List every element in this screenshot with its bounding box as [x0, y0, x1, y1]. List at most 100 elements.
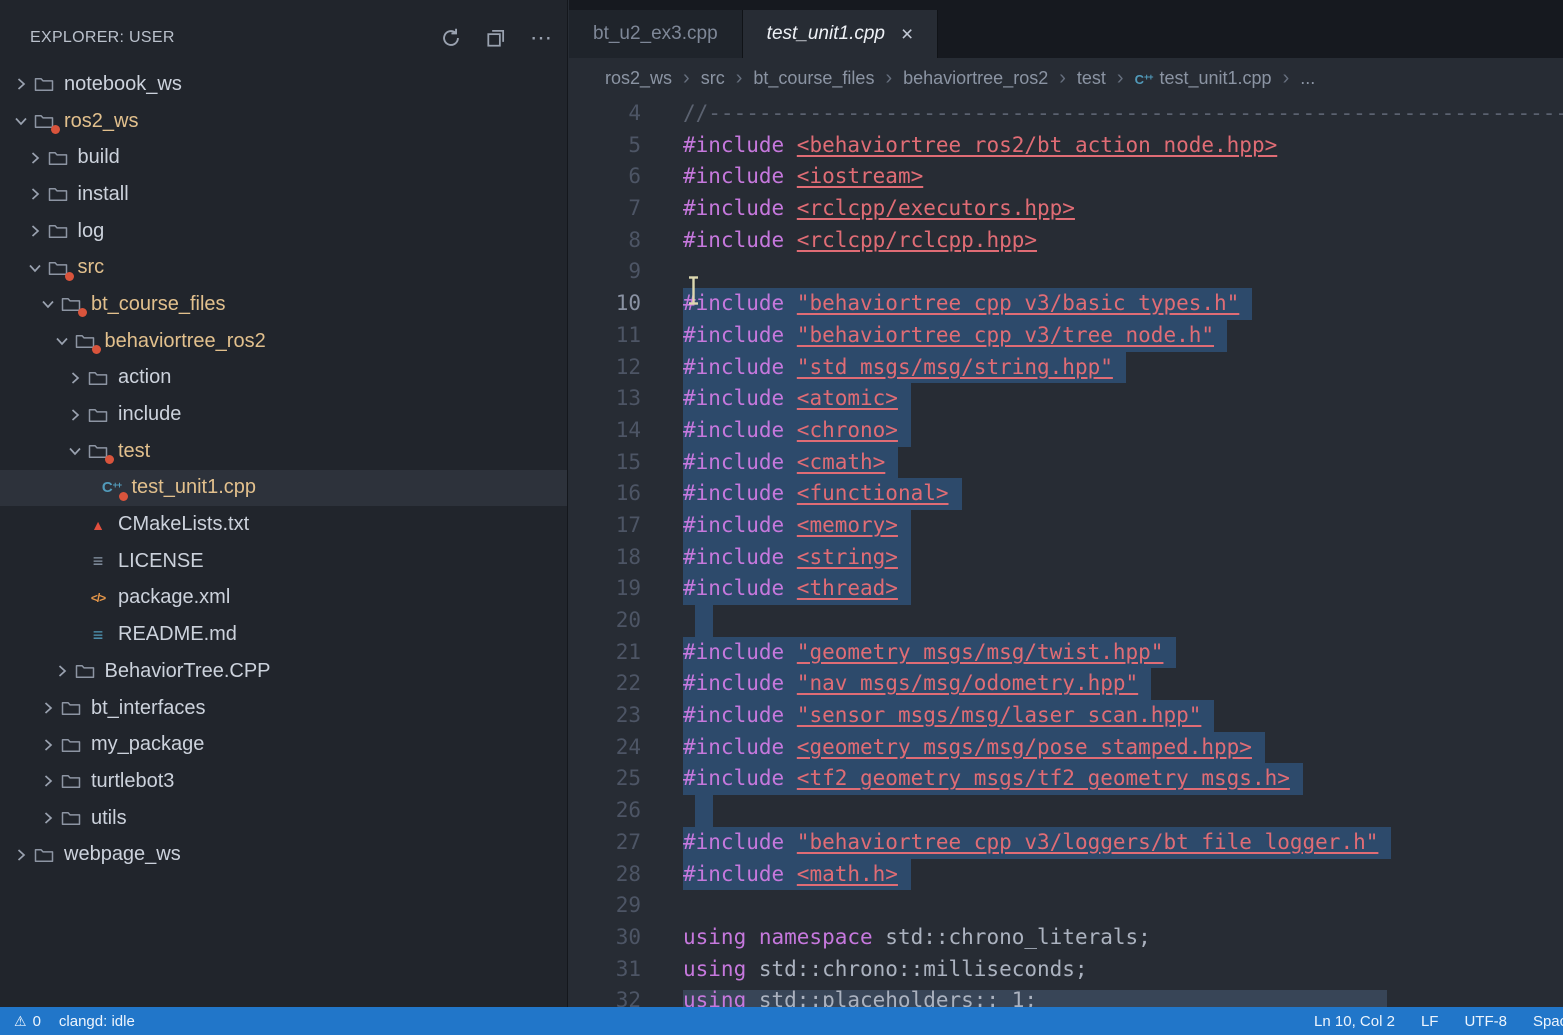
chevron-down-icon[interactable] — [24, 258, 46, 278]
code-line-16[interactable]: 16#include <functional> — [569, 478, 1563, 510]
line-number[interactable]: 15 — [569, 447, 641, 479]
code-line-text[interactable]: #include <thread> — [683, 573, 911, 605]
code-line-text[interactable]: #include <atomic> — [683, 383, 911, 415]
code-line-32[interactable]: 32using std::placeholders::_1; — [569, 985, 1563, 1007]
code-line-text[interactable]: #include "nav_msgs/msg/odometry.hpp" — [683, 668, 1151, 700]
line-number[interactable]: 25 — [569, 763, 641, 795]
chevron-right-icon[interactable] — [24, 221, 46, 241]
code-line-4[interactable]: 4//-------------------------------------… — [569, 98, 1563, 130]
chevron-right-icon[interactable] — [37, 771, 59, 791]
chevron-right-icon[interactable] — [24, 148, 46, 168]
collapse-folders-icon[interactable] — [484, 26, 508, 50]
breadcrumb-item-ros2_ws[interactable]: ros2_ws — [605, 68, 672, 89]
code-line-text[interactable]: #include <rclcpp/executors.hpp> — [683, 193, 1075, 225]
code-line-14[interactable]: 14#include <chrono> — [569, 415, 1563, 447]
tree-item-ros2_ws[interactable]: ros2_ws — [0, 103, 567, 140]
more-actions-icon[interactable]: ⋯ — [529, 26, 553, 50]
code-line-20[interactable]: 20 — [569, 605, 1563, 637]
breadcrumb-item-bt_course_files[interactable]: bt_course_files — [753, 68, 874, 89]
code-line-text[interactable]: #include <string> — [683, 542, 911, 574]
chevron-down-icon[interactable] — [51, 331, 73, 351]
indentation-indicator[interactable]: Spaces — [1533, 1013, 1563, 1030]
tree-item-build[interactable]: build — [0, 139, 567, 176]
line-number[interactable]: 11 — [569, 320, 641, 352]
code-line-text[interactable]: using std::chrono::milliseconds; — [683, 954, 1088, 986]
code-line-text[interactable]: #include "behaviortree_cpp_v3/tree_node.… — [683, 320, 1227, 352]
tree-item-notebook_ws[interactable]: notebook_ws — [0, 66, 567, 103]
code-line-text[interactable]: #include <cmath> — [683, 447, 898, 479]
code-line-8[interactable]: 8 #include <rclcpp/rclcpp.hpp> — [569, 225, 1563, 257]
chevron-right-icon[interactable] — [10, 845, 32, 865]
tree-item-BehaviorTree.CPP[interactable]: BehaviorTree.CPP — [0, 653, 567, 690]
line-number[interactable]: 26 — [569, 795, 641, 827]
line-number[interactable]: 19 — [569, 573, 641, 605]
tree-item-log[interactable]: log — [0, 213, 567, 250]
code-line-5[interactable]: 5 #include <behaviortree_ros2/bt_action_n… — [569, 130, 1563, 162]
tab-bt_u2_ex3.cpp[interactable]: bt_u2_ex3.cpp — [569, 10, 743, 58]
code-line-13[interactable]: 13 #include <atomic> — [569, 383, 1563, 415]
code-line-text[interactable]: using namespace std::chrono_literals; — [683, 922, 1151, 954]
code-line-19[interactable]: 19 #include <thread> — [569, 573, 1563, 605]
tree-item-src[interactable]: src — [0, 249, 567, 286]
code-line-6[interactable]: 6#include <iostream> — [569, 161, 1563, 193]
line-number[interactable]: 24 — [569, 732, 641, 764]
code-line-26[interactable]: 26 — [569, 795, 1563, 827]
chevron-down-icon[interactable] — [10, 111, 32, 131]
code-line-text[interactable]: //--------------------------------------… — [683, 98, 1563, 130]
tree-item-CMakeLists.txt[interactable]: ▲CMakeLists.txt — [0, 506, 567, 543]
tree-item-package.xml[interactable]: </>package.xml — [0, 580, 567, 617]
code-line-29[interactable]: 29 — [569, 890, 1563, 922]
tree-item-test[interactable]: test — [0, 433, 567, 470]
line-number[interactable]: 12 — [569, 352, 641, 384]
line-number[interactable]: 5 — [569, 130, 641, 162]
code-line-text[interactable]: #include <geometry_msgs/msg/pose_stamped… — [683, 732, 1265, 764]
code-line-11[interactable]: 11 #include "behaviortree_cpp_v3/tree_nod… — [569, 320, 1563, 352]
line-number[interactable]: 16 — [569, 478, 641, 510]
code-line-22[interactable]: 22#include "nav_msgs/msg/odometry.hpp" — [569, 668, 1563, 700]
tree-item-test_unit1.cpp[interactable]: C++test_unit1.cpp — [0, 470, 567, 507]
code-line-10[interactable]: 10#include "behaviortree_cpp_v3/basic_ty… — [569, 288, 1563, 320]
chevron-down-icon[interactable] — [64, 441, 86, 461]
code-line-text[interactable]: #include "std_msgs/msg/string.hpp" — [683, 352, 1126, 384]
breadcrumb-item-test[interactable]: test — [1077, 68, 1106, 89]
tree-item-behaviortree_ros2[interactable]: behaviortree_ros2 — [0, 323, 567, 360]
line-number[interactable]: 9 — [569, 256, 641, 288]
chevron-down-icon[interactable] — [37, 294, 59, 314]
code-line-12[interactable]: 12 #include "std_msgs/msg/string.hpp" — [569, 352, 1563, 384]
cursor-position[interactable]: Ln 10, Col 2 — [1314, 1013, 1395, 1030]
code-line-30[interactable]: 30using namespace std::chrono_literals; — [569, 922, 1563, 954]
tree-item-action[interactable]: action — [0, 360, 567, 397]
line-number[interactable]: 8 — [569, 225, 641, 257]
line-number[interactable]: 23 — [569, 700, 641, 732]
eol-indicator[interactable]: LF — [1421, 1013, 1439, 1030]
line-number[interactable]: 29 — [569, 890, 641, 922]
line-number[interactable]: 31 — [569, 954, 641, 986]
code-line-28[interactable]: 28#include <math.h> — [569, 859, 1563, 891]
line-number[interactable]: 13 — [569, 383, 641, 415]
clangd-status[interactable]: clangd: idle — [59, 1013, 135, 1030]
code-line-7[interactable]: 7#include <rclcpp/executors.hpp> — [569, 193, 1563, 225]
code-line-15[interactable]: 15 #include <cmath> — [569, 447, 1563, 479]
chevron-right-icon[interactable] — [64, 368, 86, 388]
code-line-text[interactable]: #include <tf2_geometry_msgs/tf2_geometry… — [683, 763, 1303, 795]
code-line-27[interactable]: 27#include "behaviortree_cpp_v3/loggers/… — [569, 827, 1563, 859]
code-line-9[interactable]: 9 — [569, 256, 1563, 288]
tree-item-LICENSE[interactable]: ≡LICENSE — [0, 543, 567, 580]
code-line-text[interactable]: #include <chrono> — [683, 415, 911, 447]
code-line-text[interactable]: #include "behaviortree_cpp_v3/basic_type… — [683, 288, 1252, 320]
tree-item-turtlebot3[interactable]: turtlebot3 — [0, 763, 567, 800]
code-line-31[interactable]: 31 using std::chrono::milliseconds; — [569, 954, 1563, 986]
code-line-text[interactable]: #include <rclcpp/rclcpp.hpp> — [683, 225, 1037, 257]
line-number[interactable]: 21 — [569, 637, 641, 669]
line-number[interactable]: 6 — [569, 161, 641, 193]
breadcrumb-item-test_unit1.cpp[interactable]: C++test_unit1.cpp — [1135, 68, 1272, 89]
chevron-right-icon[interactable] — [51, 661, 73, 681]
line-number[interactable]: 18 — [569, 542, 641, 574]
breadcrumb-item-...[interactable]: ... — [1300, 68, 1315, 89]
code-line-text[interactable]: #include "sensor_msgs/msg/laser_scan.hpp… — [683, 700, 1214, 732]
chevron-right-icon[interactable] — [10, 74, 32, 94]
refresh-icon[interactable] — [439, 26, 463, 50]
tree-item-utils[interactable]: utils — [0, 800, 567, 837]
code-line-text[interactable]: #include <behaviortree_ros2/bt_action_no… — [683, 130, 1277, 162]
line-number[interactable]: 20 — [569, 605, 641, 637]
